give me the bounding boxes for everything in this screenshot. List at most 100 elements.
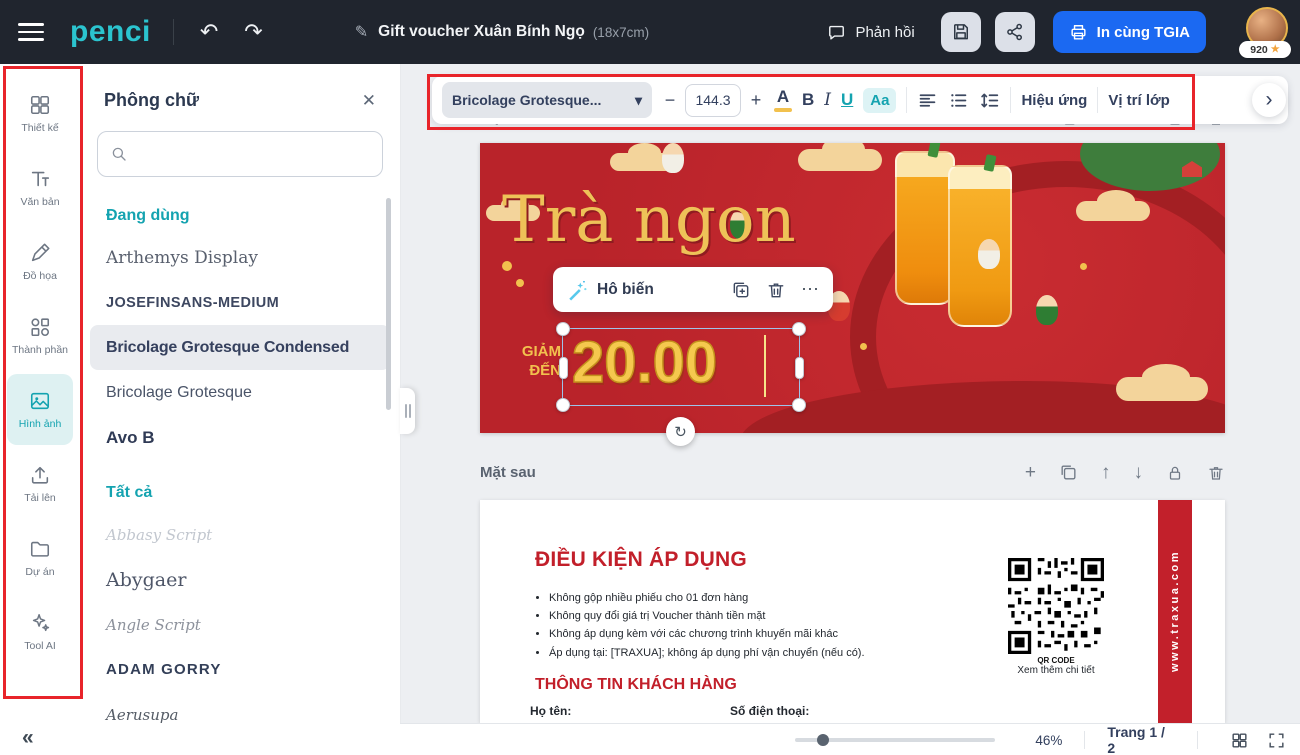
font-option[interactable]: Abygaer [80, 557, 400, 602]
sidebar-item-uploads[interactable]: Tải lên [7, 448, 73, 519]
customer-fields[interactable]: Họ tên: Số điện thoại: [530, 704, 809, 718]
decor-flower [1080, 263, 1087, 270]
feedback-button[interactable]: Phản hồi [827, 23, 914, 42]
close-icon[interactable]: ✕ [362, 91, 376, 111]
line-spacing-button[interactable] [979, 90, 1000, 111]
font-panel: Phông chữ ✕ Đang dùng Arthemys Display J… [80, 64, 401, 755]
sidebar-item-tool-ai[interactable]: Tool AI [7, 596, 73, 667]
sidebar-item-label: Văn bản [20, 196, 59, 208]
bold-button[interactable]: B [802, 90, 814, 110]
canvas-area: Mặt trước + ↑ ↓ Bricolage Grotesque... ▾… [400, 64, 1300, 723]
effects-button[interactable]: Hiệu ứng [1021, 92, 1087, 109]
app-window: penci ↶ ↷ ✎ Gift voucher Xuân Bính Ngọ (… [0, 0, 1300, 755]
document-title[interactable]: Gift voucher Xuân Bính Ngọ [378, 23, 585, 41]
collapse-sidebar-button[interactable]: « [22, 726, 34, 750]
design-grid-icon [29, 94, 51, 116]
share-button[interactable] [995, 12, 1035, 52]
qr-block[interactable]: QR CODE Xem thêm chi tiết [1000, 558, 1112, 676]
text-case-button[interactable]: Aa [863, 88, 896, 113]
bottombar-separator [1197, 731, 1198, 749]
selection-handle-ne[interactable] [792, 322, 806, 336]
text-color-button[interactable]: A [774, 88, 792, 112]
save-button[interactable] [941, 12, 981, 52]
customer-info-title[interactable]: THÔNG TIN KHÁCH HÀNG [535, 676, 737, 694]
selection-handle-sw[interactable] [556, 398, 570, 412]
undo-icon[interactable]: ↶ [200, 21, 218, 43]
conditions-title[interactable]: ĐIỀU KIỆN ÁP DỤNG [535, 548, 747, 572]
print-button[interactable]: In cùng TGIA [1053, 11, 1206, 53]
components-icon [29, 316, 51, 338]
toolbar-next-button[interactable]: › [1252, 83, 1286, 117]
font-option[interactable]: ADAM GORRY [80, 647, 400, 692]
selection-handle-east[interactable] [795, 357, 804, 379]
fullscreen-button[interactable] [1267, 731, 1286, 750]
delete-element-button[interactable] [766, 280, 786, 300]
design-headline-text[interactable]: Trà ngon [502, 183, 796, 257]
delete-page-button-back[interactable] [1207, 464, 1225, 482]
position-button[interactable]: Vị trí lớp [1108, 92, 1172, 109]
font-option[interactable]: Angle Script [80, 602, 400, 647]
credits-badge: 920 ★ [1239, 41, 1291, 58]
font-option[interactable]: Aerusupa [80, 692, 400, 737]
font-size-stepper: − 144.3 + [662, 84, 764, 117]
font-option[interactable]: JOSEFINSANS-MEDIUM [80, 280, 400, 325]
align-button[interactable] [917, 90, 938, 111]
add-page-button-back[interactable]: + [1025, 463, 1036, 482]
grid-view-button[interactable] [1230, 731, 1249, 750]
magic-wand-icon [567, 279, 589, 301]
zoom-slider-thumb[interactable] [817, 734, 829, 746]
magic-button[interactable]: Hô biến [567, 279, 654, 301]
font-option[interactable]: Arthemys Display [80, 235, 400, 280]
search-input[interactable] [136, 145, 370, 163]
selection-handle-nw[interactable] [556, 322, 570, 336]
duplicate-page-button-back[interactable] [1059, 463, 1078, 482]
penci-logo[interactable]: penci [70, 15, 151, 49]
sidebar-item-label: Hình ảnh [19, 418, 62, 430]
sidebar-item-components[interactable]: Thành phần [7, 300, 73, 371]
page-indicator: Trang 1 / 2 [1107, 724, 1175, 755]
redo-icon[interactable]: ↷ [244, 21, 262, 43]
duplicate-element-button[interactable] [731, 280, 751, 300]
more-options-button[interactable]: ⋯ [801, 279, 819, 300]
qr-code-image [1008, 558, 1104, 654]
decor-cloud [1076, 201, 1150, 221]
font-option[interactable]: Avo B [80, 415, 400, 460]
move-up-button-back[interactable]: ↑ [1101, 463, 1111, 482]
italic-button[interactable]: I [824, 90, 831, 110]
increase-font-size-button[interactable]: + [748, 90, 764, 111]
font-family-dropdown[interactable]: Bricolage Grotesque... ▾ [442, 82, 652, 118]
sidebar-item-images[interactable]: Hình ảnh [7, 374, 73, 445]
rotate-handle[interactable]: ↻ [666, 417, 695, 446]
font-option-selected[interactable]: Bricolage Grotesque Condensed [90, 325, 390, 370]
conditions-list[interactable]: Không gộp nhiều phiếu cho 01 đơn hàng Kh… [535, 592, 865, 665]
panel-scrollbar[interactable] [386, 198, 391, 410]
font-option[interactable]: Abbasy Script [80, 512, 400, 557]
printer-icon [1069, 23, 1088, 42]
lock-page-button-back[interactable] [1166, 464, 1184, 482]
move-down-button-back[interactable]: ↓ [1134, 463, 1144, 482]
zoom-slider[interactable] [795, 738, 995, 742]
sidebar-item-text[interactable]: Văn bản [7, 152, 73, 223]
bottom-bar: 46% Trang 1 / 2 [400, 723, 1300, 755]
hamburger-menu-button[interactable] [18, 18, 44, 46]
toolbar-separator [1097, 87, 1098, 113]
font-size-value[interactable]: 144.3 [685, 84, 741, 117]
discount-label-text[interactable]: GIẢM ĐẾN [513, 342, 561, 380]
name-field-label: Họ tên: [530, 704, 730, 718]
underline-button[interactable]: U [841, 90, 853, 110]
decor-figure [1036, 295, 1058, 325]
font-option[interactable]: Bricolage Grotesque [80, 370, 400, 415]
sidebar-item-projects[interactable]: Dự án [7, 522, 73, 593]
sidebar-item-graphics[interactable]: Đồ họa [7, 226, 73, 297]
design-page-back[interactable]: ĐIỀU KIỆN ÁP DỤNG Không gộp nhiều phiếu … [480, 500, 1225, 723]
current-color-swatch [774, 108, 792, 112]
edit-title-icon[interactable]: ✎ [355, 22, 368, 42]
panel-title: Phông chữ [104, 90, 199, 111]
panel-collapse-handle[interactable] [400, 388, 415, 434]
decrease-font-size-button[interactable]: − [662, 90, 678, 111]
font-search-box[interactable] [97, 131, 383, 177]
sidebar-item-design[interactable]: Thiết kế [7, 78, 73, 149]
bullet-list-button[interactable] [948, 90, 969, 111]
selection-handle-se[interactable] [792, 398, 806, 412]
selection-handle-west[interactable] [559, 357, 568, 379]
